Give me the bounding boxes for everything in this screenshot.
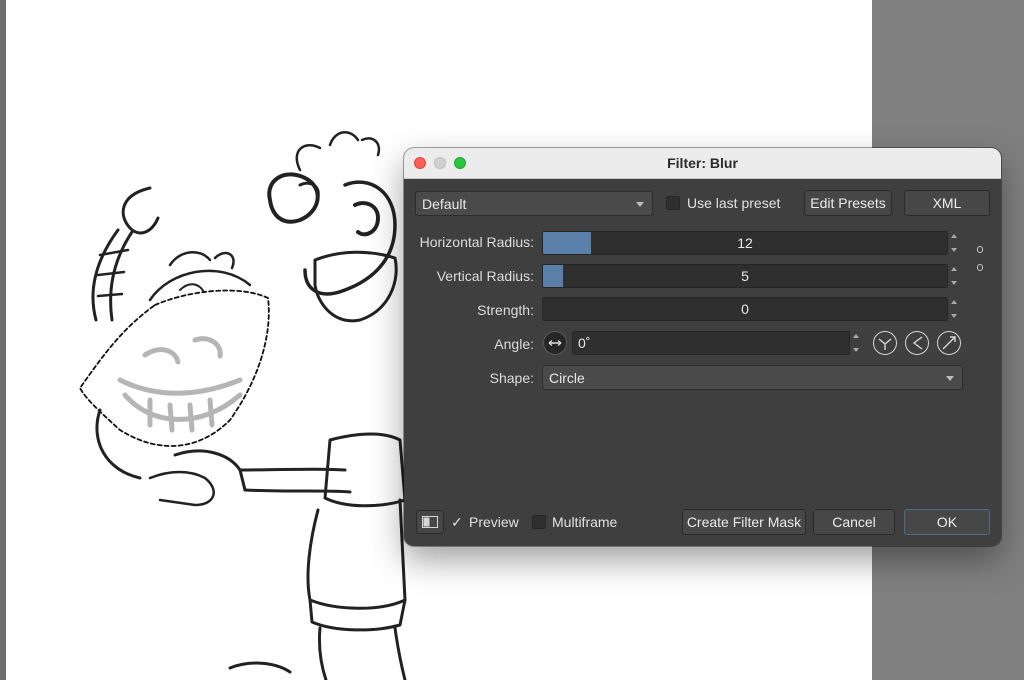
angle-input[interactable]: 0˚: [572, 331, 850, 355]
spin-down-icon: [951, 314, 957, 318]
use-last-preset-label: Use last preset: [687, 195, 781, 211]
angle-stepper[interactable]: [850, 332, 862, 354]
xml-button[interactable]: XML: [904, 190, 990, 216]
vertical-radius-slider[interactable]: 5: [542, 264, 948, 288]
shape-dropdown-value: Circle: [549, 370, 585, 386]
horizontal-radius-slider[interactable]: 12: [542, 231, 948, 255]
angle-label: Angle:: [494, 336, 534, 352]
strength-stepper[interactable]: [948, 298, 960, 320]
snap-angle-icon[interactable]: [873, 331, 897, 355]
chevron-down-icon: [636, 202, 644, 207]
preview-label: Preview: [469, 514, 519, 530]
spin-up-icon: [951, 267, 957, 271]
horizontal-radius-value: 12: [737, 235, 753, 251]
vertical-radius-value: 5: [741, 268, 749, 284]
edit-presets-button[interactable]: Edit Presets: [804, 190, 892, 216]
preview-checkbox[interactable]: ✓: [451, 514, 463, 531]
shape-dropdown[interactable]: Circle: [542, 365, 963, 390]
horizontal-radius-stepper[interactable]: [948, 232, 960, 254]
preset-dropdown-value: Default: [422, 196, 467, 212]
split-view-icon: [422, 516, 438, 528]
chevron-down-icon: [946, 376, 954, 381]
dialog-titlebar[interactable]: Filter: Blur: [404, 148, 1001, 179]
angle-input-value: 0˚: [578, 335, 591, 351]
chain-link-icon: [977, 264, 983, 271]
spin-up-icon: [853, 334, 859, 338]
vertical-radius-stepper[interactable]: [948, 265, 960, 287]
spin-up-icon: [951, 300, 957, 304]
rotate-right-icon[interactable]: [937, 331, 961, 355]
use-last-preset-checkbox[interactable]: [666, 196, 680, 210]
spin-down-icon: [951, 248, 957, 252]
spin-up-icon: [951, 234, 957, 238]
preset-dropdown[interactable]: Default: [415, 191, 653, 216]
strength-value: 0: [741, 301, 749, 317]
strength-slider[interactable]: 0: [542, 297, 948, 321]
split-view-button[interactable]: [416, 510, 444, 534]
spin-down-icon: [951, 281, 957, 285]
strength-label: Strength:: [477, 302, 534, 318]
create-filter-mask-button[interactable]: Create Filter Mask: [682, 509, 806, 535]
angle-dial-icon[interactable]: [543, 331, 567, 355]
multiframe-checkbox[interactable]: [532, 515, 546, 529]
spin-down-icon: [853, 348, 859, 352]
chain-link-icon[interactable]: [977, 246, 983, 253]
cancel-button[interactable]: Cancel: [813, 509, 895, 535]
ok-button[interactable]: OK: [904, 509, 990, 535]
vertical-radius-label: Vertical Radius:: [436, 268, 534, 284]
multiframe-label: Multiframe: [552, 514, 618, 530]
rotate-left-icon[interactable]: [905, 331, 929, 355]
filter-dialog: Filter: Blur Default Use last preset Edi…: [404, 148, 1001, 546]
shape-label: Shape:: [489, 370, 534, 386]
dialog-title: Filter: Blur: [667, 155, 738, 171]
horizontal-radius-label: Horizontal Radius:: [419, 234, 534, 250]
